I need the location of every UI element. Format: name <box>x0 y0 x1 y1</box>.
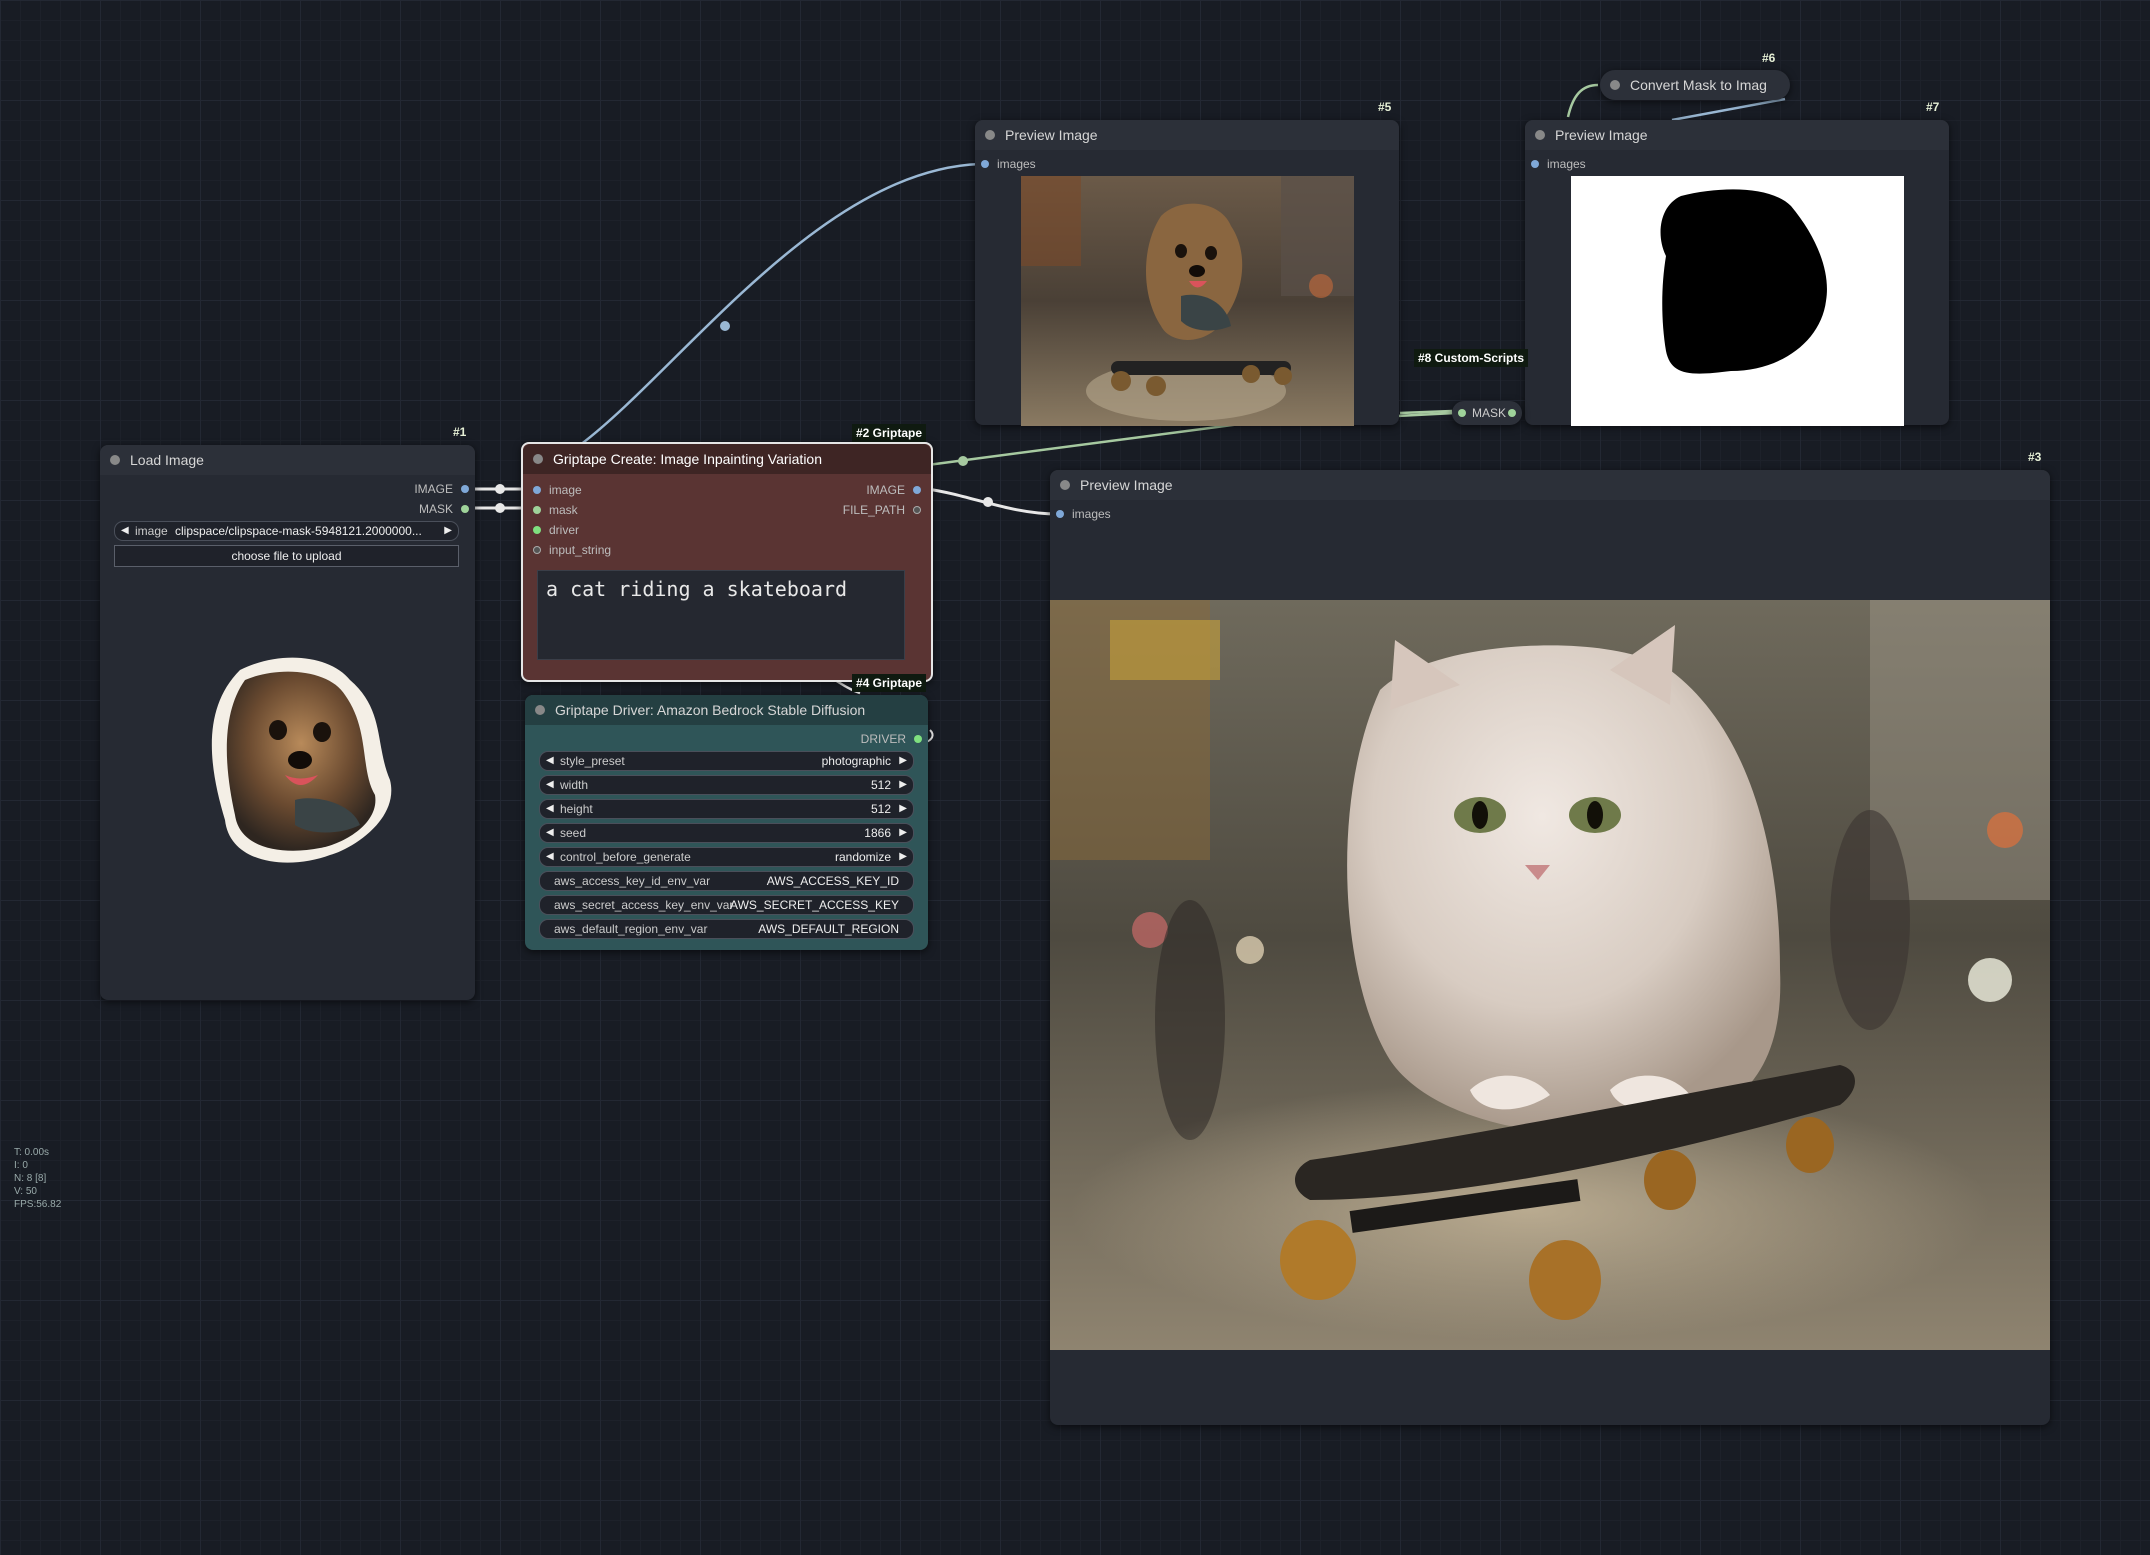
left-arrow-icon[interactable]: ◀ <box>121 522 129 540</box>
convert-mask-node[interactable]: Convert Mask to Imag <box>1600 70 1790 100</box>
collapse-dot-icon[interactable] <box>110 455 120 465</box>
output-image-dot[interactable] <box>913 486 921 494</box>
preview-image-5-node[interactable]: Preview Image images <box>975 120 1399 426</box>
output-file-path[interactable]: FILE_PATH <box>843 502 921 518</box>
canvas-stats: T: 0.00s I: 0 N: 8 [8] V: 50 FPS:56.82 <box>14 1147 62 1210</box>
input-driver-dot[interactable] <box>533 526 541 534</box>
width-widget[interactable]: ◀ width 512 ▶ <box>539 775 914 795</box>
output-image[interactable]: IMAGE <box>414 481 469 497</box>
output-image[interactable]: IMAGE <box>866 482 921 498</box>
output-mask-dot[interactable] <box>461 505 469 513</box>
preview-image-5-title[interactable]: Preview Image <box>975 120 1399 150</box>
right-arrow-icon[interactable]: ▶ <box>899 848 907 866</box>
mask-reroute-node[interactable]: MASK <box>1452 401 1522 425</box>
griptape-create-node[interactable]: Griptape Create: Image Inpainting Variat… <box>521 442 933 682</box>
input-image[interactable]: image <box>533 482 582 498</box>
output-file-path-dot[interactable] <box>913 506 921 514</box>
output-driver[interactable]: DRIVER <box>861 731 922 747</box>
collapse-dot-icon[interactable] <box>985 130 995 140</box>
left-arrow-icon[interactable]: ◀ <box>546 800 554 818</box>
input-string-dot[interactable] <box>533 546 541 554</box>
collapse-dot-icon[interactable] <box>1535 130 1545 140</box>
image-select-widget[interactable]: ◀ image clipspace/clipspace-mask-5948121… <box>114 521 459 541</box>
aws-region-widget[interactable]: aws_default_region_env_var AWS_DEFAULT_R… <box>539 919 914 939</box>
preview-cat-image <box>1050 600 2050 1350</box>
node-id-7: #7 <box>1926 100 1940 114</box>
input-string[interactable]: input_string <box>533 542 611 558</box>
collapse-dot-icon[interactable] <box>533 454 543 464</box>
preview-dog-image <box>1021 176 1354 426</box>
node-badge-8: #8 Custom-Scripts <box>1414 349 1529 367</box>
image-filename: clipspace/clipspace-mask-5948121.2000000… <box>175 524 422 538</box>
height-widget[interactable]: ◀ height 512 ▶ <box>539 799 914 819</box>
input-images-dot[interactable] <box>981 160 989 168</box>
convert-mask-title[interactable]: Convert Mask to Imag <box>1600 70 1790 100</box>
preview-image-7-title[interactable]: Preview Image <box>1525 120 1949 150</box>
load-image-node[interactable]: Load Image IMAGE MASK ◀ image clipspace/… <box>100 445 475 1000</box>
output-driver-dot[interactable] <box>914 735 922 743</box>
input-image-dot[interactable] <box>533 486 541 494</box>
choose-file-button[interactable]: choose file to upload <box>114 545 459 567</box>
griptape-driver-title[interactable]: Griptape Driver: Amazon Bedrock Stable D… <box>525 695 928 725</box>
input-images-dot[interactable] <box>1056 510 1064 518</box>
collapse-dot-icon[interactable] <box>1610 80 1620 90</box>
node-id-6: #6 <box>1762 51 1776 65</box>
right-arrow-icon[interactable]: ▶ <box>899 800 907 818</box>
style-preset-widget[interactable]: ◀ style_preset photographic ▶ <box>539 751 914 771</box>
right-arrow-icon[interactable]: ▶ <box>899 824 907 842</box>
preview-image-3-title[interactable]: Preview Image <box>1050 470 2050 500</box>
node-id-1: #1 <box>453 425 467 439</box>
left-arrow-icon[interactable]: ◀ <box>546 752 554 770</box>
input-images[interactable]: images <box>1056 506 1111 522</box>
griptape-driver-node[interactable]: Griptape Driver: Amazon Bedrock Stable D… <box>525 695 928 950</box>
preview-image-7-node[interactable]: Preview Image images <box>1525 120 1949 426</box>
node-id-3: #3 <box>2028 450 2042 464</box>
collapse-dot-icon[interactable] <box>1060 480 1070 490</box>
right-arrow-icon[interactable]: ▶ <box>899 776 907 794</box>
preview-image-3-node[interactable]: Preview Image images <box>1050 470 2050 1425</box>
node-id-5: #5 <box>1378 100 1392 114</box>
right-arrow-icon[interactable]: ▶ <box>899 752 907 770</box>
aws-access-key-widget[interactable]: aws_access_key_id_env_var AWS_ACCESS_KEY… <box>539 871 914 891</box>
node-badge-2: #2 Griptape <box>852 424 927 442</box>
aws-secret-key-widget[interactable]: aws_secret_access_key_env_var AWS_SECRET… <box>539 895 914 915</box>
griptape-create-title[interactable]: Griptape Create: Image Inpainting Variat… <box>523 444 931 474</box>
left-arrow-icon[interactable]: ◀ <box>546 824 554 842</box>
load-image-title[interactable]: Load Image <box>100 445 475 475</box>
input-images[interactable]: images <box>981 156 1036 172</box>
input-images[interactable]: images <box>1531 156 1586 172</box>
input-mask-dot[interactable] <box>533 506 541 514</box>
collapse-dot-icon[interactable] <box>535 705 545 715</box>
node-badge-4: #4 Griptape <box>852 674 927 692</box>
output-mask[interactable]: MASK <box>419 501 469 517</box>
input-driver[interactable]: driver <box>533 522 579 538</box>
left-arrow-icon[interactable]: ◀ <box>546 776 554 794</box>
preview-mask-image <box>1571 176 1904 426</box>
seed-widget[interactable]: ◀ seed 1866 ▶ <box>539 823 914 843</box>
left-arrow-icon[interactable]: ◀ <box>546 848 554 866</box>
prompt-textarea[interactable]: a cat riding a skateboard <box>537 570 905 660</box>
reroute-output-dot[interactable] <box>1508 409 1516 417</box>
loaded-dog-image <box>211 657 392 863</box>
input-images-dot[interactable] <box>1531 160 1539 168</box>
output-image-dot[interactable] <box>461 485 469 493</box>
control-before-generate-widget[interactable]: ◀ control_before_generate randomize ▶ <box>539 847 914 867</box>
input-mask[interactable]: mask <box>533 502 578 518</box>
reroute-input-dot[interactable] <box>1458 409 1466 417</box>
right-arrow-icon[interactable]: ▶ <box>444 522 452 540</box>
